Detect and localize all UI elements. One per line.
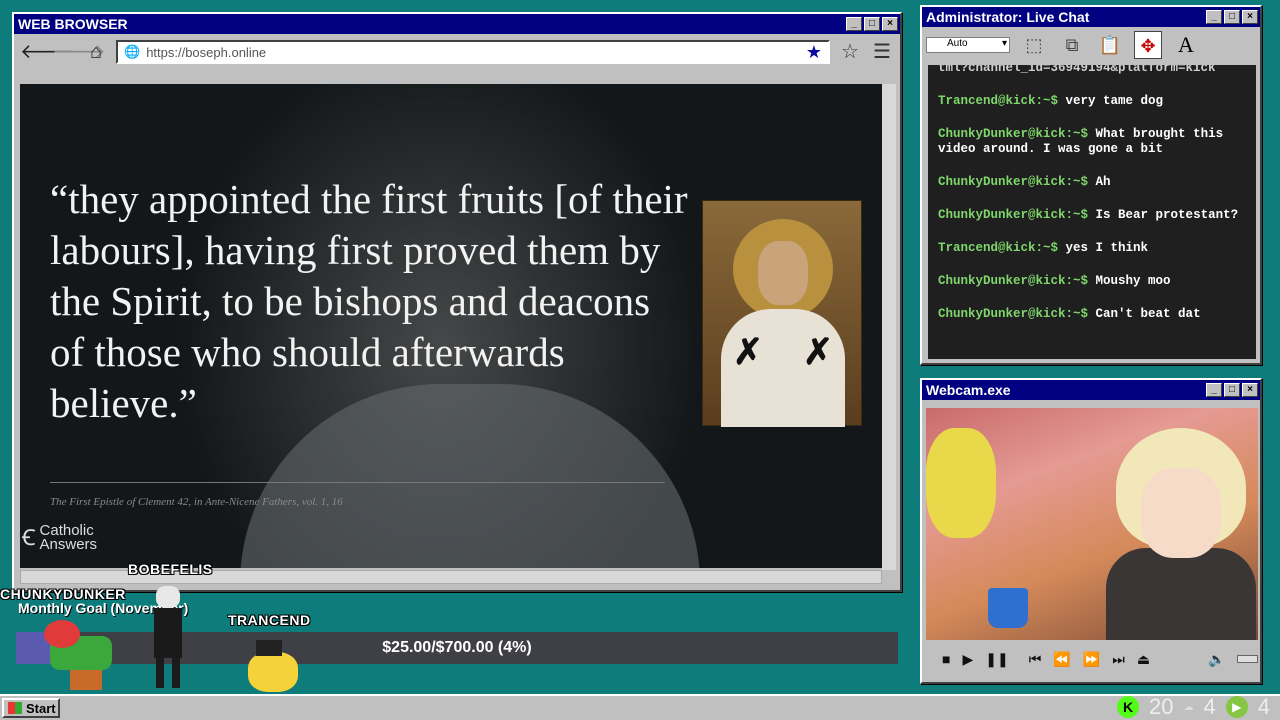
select-area-icon[interactable]: ⬚ [1020, 31, 1048, 59]
paste-icon[interactable]: 📋 [1096, 31, 1124, 59]
kick-icon: K [1117, 696, 1140, 718]
chat-message: ChunkyDunker@kick:~$ Can't beat dat [938, 307, 1201, 321]
stop-icon[interactable]: ■ [942, 651, 950, 667]
forward-arrow-icon[interactable]: 🡒 [52, 40, 106, 64]
character-sprite [148, 586, 188, 690]
browser-titlebar[interactable]: WEB BROWSER _ □ × [14, 14, 900, 34]
chat-window[interactable]: Administrator: Live Chat _ □ × Auto ⬚ ⧉ … [920, 5, 1262, 365]
close-button[interactable]: × [1242, 383, 1258, 397]
address-bar[interactable]: 🌐 https://boseph.online ★ [116, 40, 830, 64]
plush-toy [926, 428, 996, 538]
close-button[interactable]: × [882, 17, 898, 31]
webcam-titlebar[interactable]: Webcam.exe _ □ × [922, 380, 1260, 400]
volume-slider[interactable] [1237, 655, 1258, 663]
taskbar: Start K 20 ☁ 4 ▶ 4 [0, 694, 1280, 720]
minimize-button[interactable]: _ [1206, 383, 1222, 397]
chat-message: Trancend@kick:~$ yes I think [938, 241, 1149, 255]
sprite-label-chunkydunker: CHUNKYDUNKER [0, 586, 126, 602]
favorites-star-icon[interactable]: ☆ [838, 40, 862, 64]
menu-icon[interactable]: ☰ [870, 40, 894, 64]
sprite-label-trancend: TRANCEND [228, 612, 311, 628]
fast-forward-icon[interactable]: ⏩ [1083, 651, 1100, 668]
play-icon[interactable]: ▶ [962, 651, 973, 668]
minimize-button[interactable]: _ [846, 17, 862, 31]
browser-window[interactable]: WEB BROWSER _ □ × 🡐 🡒 ⌂ 🌐 https://boseph… [12, 12, 902, 592]
catholic-answers-logo: Ꞓ Catholic Answers [22, 522, 98, 553]
maximize-button[interactable]: □ [864, 17, 880, 31]
chat-title: Administrator: Live Chat [926, 9, 1090, 25]
webcam-feed [926, 408, 1258, 640]
rumble-viewer-count: 4 [1257, 694, 1270, 719]
windows-logo-icon [8, 702, 22, 714]
globe-icon: 🌐 [124, 44, 141, 59]
chat-log[interactable]: tml?channel_id=36949194&platform=kick Tr… [928, 65, 1256, 359]
media-controls: ■ ▶ ❚❚ ⏮ ⏪ ⏩ ⏭ ⏏ 🔈 [926, 644, 1258, 674]
chat-top-text: tml?channel_id=36949194&platform=kick [938, 65, 1216, 75]
chat-message: ChunkyDunker@kick:~$ What brought this v… [938, 127, 1224, 156]
move-icon[interactable]: ✥ [1134, 31, 1162, 59]
browser-title: WEB BROWSER [18, 16, 128, 32]
chat-message: Trancend@kick:~$ very tame dog [938, 94, 1164, 108]
video-viewport[interactable]: “they appointed the first fruits [of the… [20, 84, 882, 568]
maximize-button[interactable]: □ [1224, 383, 1240, 397]
rumble-icon: ▶ [1225, 696, 1248, 718]
font-size-select[interactable]: Auto [926, 37, 1010, 53]
rewind-icon[interactable]: ⏪ [1053, 651, 1070, 668]
video-citation: The First Epistle of Clement 42, in Ante… [50, 496, 343, 508]
cozy-viewer-count: 4 [1203, 694, 1216, 719]
chat-toolbar: Auto ⬚ ⧉ 📋 ✥ A [922, 27, 1260, 63]
vertical-scrollbar[interactable] [882, 84, 896, 570]
mug [988, 588, 1028, 628]
font-icon[interactable]: A [1172, 31, 1200, 59]
pause-icon[interactable]: ❚❚ [985, 651, 1008, 668]
pikachu-sprite [244, 640, 302, 692]
logo-icon: Ꞓ [22, 525, 36, 550]
webcam-window[interactable]: Webcam.exe _ □ × ■ ▶ ❚❚ ⏮ ⏪ ⏩ ⏭ ⏏ 🔈 [920, 378, 1262, 684]
cozy-icon: ☁ [1183, 701, 1194, 713]
video-quote: “they appointed the first fruits [of the… [50, 176, 688, 426]
sprite-label-bobefelis: BOBEFELIS [128, 561, 213, 577]
start-button[interactable]: Start [2, 698, 60, 718]
kick-viewer-count: 20 [1149, 694, 1174, 719]
maximize-button[interactable]: □ [1224, 10, 1240, 24]
webcam-title: Webcam.exe [926, 382, 1011, 398]
volume-icon[interactable]: 🔈 [1208, 651, 1225, 668]
minimize-button[interactable]: _ [1206, 10, 1222, 24]
back-arrow-icon[interactable]: 🡐 [20, 40, 74, 64]
url-text[interactable]: https://boseph.online [146, 45, 800, 60]
system-tray: K 20 ☁ 4 ▶ 4 [1117, 694, 1270, 720]
bookmark-star-icon[interactable]: ★ [806, 42, 822, 63]
close-button[interactable]: × [1242, 10, 1258, 24]
avatar-character [1106, 428, 1256, 640]
chat-message: ChunkyDunker@kick:~$ Moushy moo [938, 274, 1171, 288]
eject-icon[interactable]: ⏏ [1137, 651, 1150, 668]
skip-forward-icon[interactable]: ⏭ [1112, 651, 1125, 668]
browser-navbar: 🡐 🡒 ⌂ 🌐 https://boseph.online ★ ☆ ☰ [14, 34, 900, 70]
chat-message: ChunkyDunker@kick:~$ Is Bear protestant? [938, 208, 1239, 222]
skip-back-icon[interactable]: ⏮ [1029, 651, 1042, 668]
chat-titlebar[interactable]: Administrator: Live Chat _ □ × [922, 7, 1260, 27]
chat-message: ChunkyDunker@kick:~$ Ah [938, 175, 1111, 189]
saint-icon-image: ✗ ✗ [702, 200, 862, 427]
home-icon[interactable]: ⌂ [84, 40, 108, 64]
copy-icon[interactable]: ⧉ [1058, 31, 1086, 59]
plant-sprite [40, 620, 116, 690]
